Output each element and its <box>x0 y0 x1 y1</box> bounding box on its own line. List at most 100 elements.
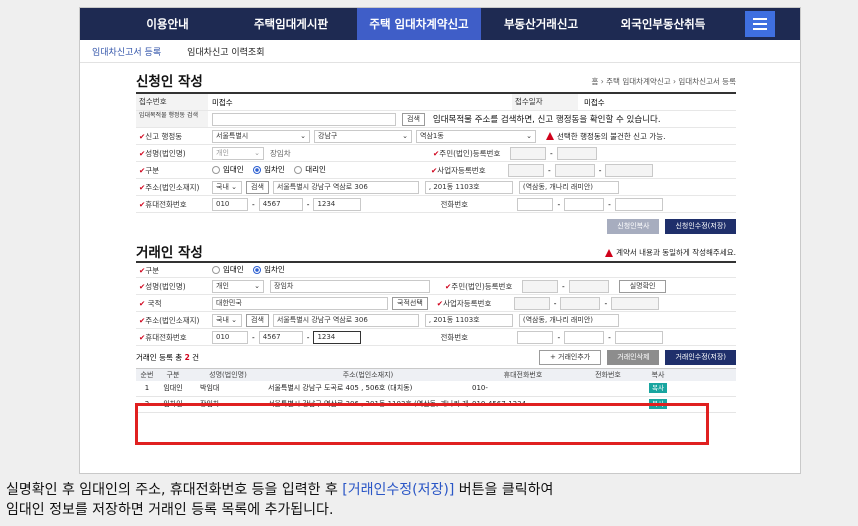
broker-mobile-2[interactable]: 4567 <box>258 330 303 344</box>
name-label: ✔성명(법인명) <box>139 148 186 158</box>
resident-no-back[interactable] <box>556 146 597 160</box>
nation-select-button[interactable]: 국적선택 <box>392 296 428 310</box>
broker-addr-ref-input[interactable]: (역삼동, 개나리 래미안) <box>518 313 619 327</box>
sub-nav: 임대차신고서 등록 임대차신고 이력조회 <box>80 40 800 63</box>
broker-mobile-3[interactable]: 1234 <box>313 330 362 344</box>
addr-label: ✔주소(법인소재지) <box>139 182 200 192</box>
broker-count: 거래인 등록 총 2 건 <box>136 352 200 362</box>
applicant-copy-button[interactable]: 신청인복사 <box>607 219 660 234</box>
resident-no-front[interactable] <box>510 146 546 160</box>
hamburger-menu-icon[interactable] <box>745 11 775 37</box>
mobile-label: ✔휴대전화번호 <box>139 199 187 209</box>
mobile-1[interactable]: 010 <box>212 197 248 211</box>
receipt-date-value: 미접수 <box>584 97 605 107</box>
broker-resident-no-back[interactable] <box>568 279 609 293</box>
broker-addr-search-button[interactable]: 검색 <box>246 313 269 327</box>
table-header: 순번 구분 성명(법인명) 주소(법인소재지) 휴대전화번호 전화번호 복사 <box>136 368 736 381</box>
broker-addr-country-select[interactable]: 국내 ⌄ <box>212 313 242 327</box>
receipt-date-label: 접수일자 <box>512 94 578 110</box>
broker-phone-1[interactable] <box>517 330 554 344</box>
type-radio-lessor[interactable]: 임대인 <box>212 164 244 175</box>
addr-ref-input[interactable]: (역삼동, 개나리 래미안) <box>518 180 619 194</box>
main-content: 신청인 작성 홈 › 주택 임대차계약신고 › 임대차신고서 등록 접수번호 미… <box>136 70 736 413</box>
phone-1[interactable] <box>517 197 554 211</box>
verify-name-button[interactable]: 실명확인 <box>618 279 667 293</box>
phone-2[interactable] <box>564 197 605 211</box>
subnav-register[interactable]: 임대차신고서 등록 <box>92 45 161 58</box>
chevron-down-icon: ⌄ <box>300 131 306 140</box>
broker-phone-2[interactable] <box>564 330 605 344</box>
addr-detail-input[interactable]: , 201동 1103호 <box>424 180 513 194</box>
broker-type-label: ✔구분 <box>139 265 160 275</box>
region-sido-select[interactable]: 서울특별시 ⌄ <box>212 129 310 143</box>
biz-no-1[interactable] <box>508 163 544 177</box>
broker-biz-no-2[interactable] <box>560 296 601 310</box>
nav-item-guide[interactable]: 이용안내 <box>110 8 225 40</box>
name-type-select[interactable]: 개인 ⌄ <box>212 146 264 160</box>
broker-biz-no-1[interactable] <box>513 296 550 310</box>
addr-country-select[interactable]: 국내 ⌄ <box>212 180 242 194</box>
caption-link: [거래인수정(저장)] <box>342 482 455 498</box>
broker-name-label: ✔성명(법인명) <box>139 281 186 291</box>
broker-phone-label: 전화번호 <box>440 332 469 342</box>
address-search-input[interactable] <box>212 112 396 126</box>
broker-addr-main-input[interactable]: 서울특별시 강남구 역삼로 306 <box>272 313 419 327</box>
add-broker-button[interactable]: + 거래인추가 <box>538 349 602 365</box>
biz-no-2[interactable] <box>554 163 595 177</box>
th-copy: 복사 <box>651 371 665 379</box>
region-sigungu-select[interactable]: 강남구 ⌄ <box>314 129 412 143</box>
broker-resident-no-front[interactable] <box>522 279 558 293</box>
nav-item-foreign-acquisition[interactable]: 외국인부동산취득 <box>601 8 725 40</box>
th-mobile: 휴대전화번호 <box>503 371 543 379</box>
address-search-label: 임대목적물 행정동 검색 <box>136 111 208 127</box>
cell-no: 1 <box>144 384 150 392</box>
nation-input[interactable]: 대한민국 <box>212 296 388 310</box>
table-row[interactable]: 1 임대인 박임대 서울특별시 강남구 도곡로 405 , 506호 (대치동)… <box>136 381 736 397</box>
biz-no-label: ✔사업자등록번호 <box>431 165 486 175</box>
broker-addr-detail-input[interactable]: , 201동 1103호 <box>424 313 513 327</box>
broker-biz-no-3[interactable] <box>611 296 660 310</box>
type-radio-agent[interactable]: 대리인 <box>294 164 326 175</box>
save-broker-button[interactable]: 거래인수정(저장) <box>665 349 736 365</box>
caption: 실명확인 후 임대인의 주소, 휴대전화번호 등을 입력한 후 [거래인수정(저… <box>6 482 554 518</box>
phone-3[interactable] <box>614 197 663 211</box>
subnav-history[interactable]: 임대차신고 이력조회 <box>187 45 264 58</box>
nav-item-lease-report[interactable]: 주택 임대차계약신고 <box>357 8 481 40</box>
address-notice: 임대목적물 주소를 검색하면, 신고 행정동을 확인할 수 있습니다. <box>432 115 661 125</box>
chevron-down-icon: ⌄ <box>254 148 260 157</box>
type-radio-lessee[interactable]: 임차인 <box>253 164 285 175</box>
row-copy-button[interactable]: 복사 <box>649 383 667 393</box>
chevron-down-icon: ⌄ <box>402 131 408 140</box>
address-search-button[interactable]: 검색 <box>402 112 425 126</box>
biz-no-3[interactable] <box>605 163 654 177</box>
nav-item-board[interactable]: 주택임대게시판 <box>225 8 357 40</box>
mobile-2[interactable]: 4567 <box>258 197 303 211</box>
mobile-3[interactable]: 1234 <box>313 197 362 211</box>
nation-label: ✔ 국적 <box>139 298 162 308</box>
broker-biz-no-label: ✔사업자등록번호 <box>436 298 492 308</box>
broker-type-radio-lessor[interactable]: 임대인 <box>212 264 244 275</box>
th-no: 순번 <box>140 371 154 379</box>
broker-notice: 계약서 내용과 동일하게 작성해주세요. <box>605 247 736 258</box>
broker-phone-3[interactable] <box>614 330 663 344</box>
broker-mobile-1[interactable]: 010 <box>212 330 248 344</box>
broker-name-type-select[interactable]: 개인 ⌄ <box>212 279 264 293</box>
receipt-no-value: 미접수 <box>212 97 233 107</box>
nav-item-realestate-report[interactable]: 부동산거래신고 <box>481 8 601 40</box>
broker-addr-label: ✔주소(법인소재지) <box>139 315 200 325</box>
broker-resident-no-label: ✔주민(법인)등록번호 <box>445 281 513 291</box>
addr-main-input[interactable]: 서울특별시 강남구 역삼로 306 <box>272 180 419 194</box>
broker-name-input[interactable]: 장임차 <box>270 279 430 293</box>
broker-type-radio-lessee[interactable]: 임차인 <box>253 264 285 275</box>
type-label: ✔구분 <box>139 165 160 175</box>
delete-broker-button[interactable]: 거래인삭제 <box>607 349 660 365</box>
region-dong-select[interactable]: 역삼1동 ⌄ <box>416 129 536 143</box>
name-value: 장임차 <box>270 148 291 158</box>
th-name: 성명(법인명) <box>209 371 247 379</box>
addr-search-button[interactable]: 검색 <box>246 180 269 194</box>
cell-type: 임대인 <box>163 384 183 392</box>
browser-frame: 이용안내 주택임대게시판 주택 임대차계약신고 부동산거래신고 외국인부동산취득… <box>79 7 801 474</box>
resident-no-label: ✔주민(법인)등록번호 <box>433 148 501 158</box>
applicant-save-button[interactable]: 신청인수정(저장) <box>665 219 736 234</box>
phone-label: 전화번호 <box>440 199 469 209</box>
